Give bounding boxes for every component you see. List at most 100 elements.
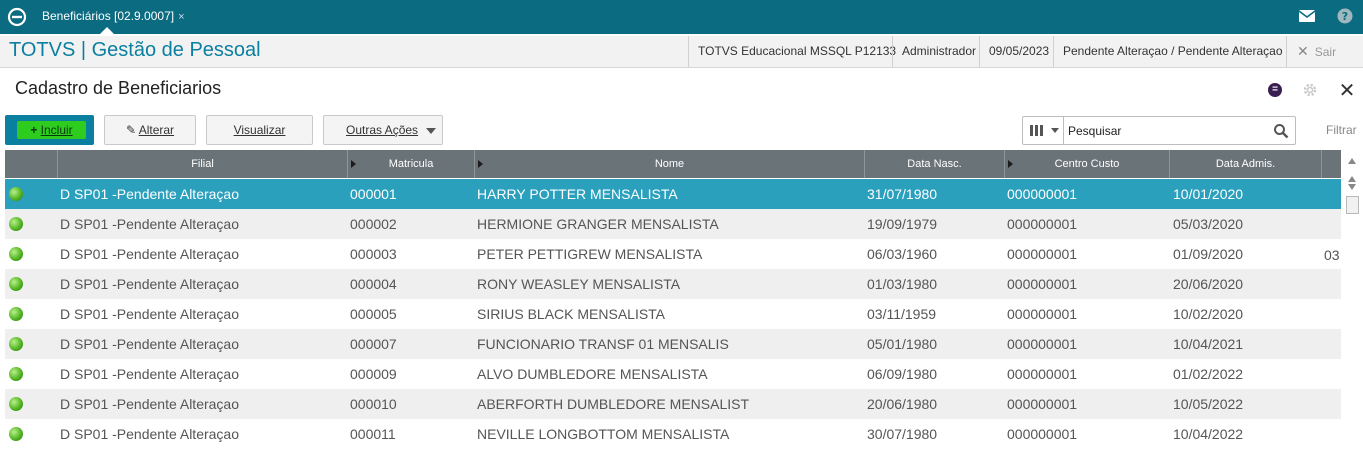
cell-filial: D SP01 -Pendente Alteraçao [60,336,240,352]
tab-close-icon[interactable]: × [178,11,184,23]
header-centro-custo[interactable]: Centro Custo [1004,150,1169,178]
tab-active-indicator [100,27,114,34]
cell-centro-custo: 000000001 [1007,246,1078,262]
exit-label: Sair [1314,45,1337,59]
filter-link[interactable]: Filtrar [1326,123,1357,137]
table-row[interactable]: D SP01 -Pendente Alteraçao 000007 FUNCIO… [5,329,1341,359]
cell-data-nasc: 19/09/1979 [867,216,938,232]
cell-data-nasc: 31/07/1980 [867,186,938,202]
product-bar: TOTVS | Gestão de Pessoal TOTVS Educacio… [0,36,1363,68]
cell-centro-custo: 000000001 [1007,306,1078,322]
cell-data-admis: 10/02/2020 [1173,306,1244,322]
header-matricula[interactable]: Matricula [347,150,474,178]
alterar-button[interactable]: ✎ Alterar [104,115,196,145]
cell-matricula: 000005 [350,306,397,322]
header-matricula-label: Matricula [388,158,434,170]
search-icon[interactable] [1273,123,1289,139]
cell-centro-custo: 000000001 [1007,276,1078,292]
cell-data-nasc: 05/01/1980 [867,336,938,352]
mail-icon[interactable] [1299,10,1315,22]
tab-label: Beneficiários [02.9.0007] [42,9,175,23]
table-row[interactable]: D SP01 -Pendente Alteraçao 000001 HARRY … [5,179,1341,209]
table-row[interactable]: D SP01 -Pendente Alteraçao 000010 ABERFO… [5,389,1341,419]
header-filial-label: Filial [191,158,214,170]
incluir-button[interactable]: + Incluir [5,115,94,145]
status-green-icon [9,337,23,351]
columns-selector[interactable] [1023,117,1064,144]
pencil-icon: ✎ [125,123,137,137]
table-row[interactable]: D SP01 -Pendente Alteraçao 000003 PETER … [5,239,1341,269]
cell-centro-custo: 000000001 [1007,426,1078,442]
cell-filial: D SP01 -Pendente Alteraçao [60,366,240,382]
table-row[interactable]: D SP01 -Pendente Alteraçao 000009 ALVO D… [5,359,1341,389]
filial-info[interactable]: Pendente Alteraçao / Pendente Alteraçao [1053,36,1292,67]
outras-acoes-label: Outras Ações [346,123,419,137]
header-nome[interactable]: Nome [474,150,864,178]
search-box [1022,116,1296,145]
date-info[interactable]: 09/05/2023 [979,36,1058,67]
outras-acoes-button[interactable]: Outras Ações [323,115,443,145]
close-page-icon[interactable]: ✕ [1338,78,1356,103]
status-green-icon [9,307,23,321]
header-data-admis-label: Data Admis. [1215,158,1276,170]
header-data-nasc[interactable]: Data Nasc. [864,150,1004,178]
scroll-thumb[interactable] [1346,196,1359,214]
menu-circle-icon[interactable]: = [1268,83,1282,97]
header-data-admis[interactable]: Data Admis. [1169,150,1321,178]
status-green-icon [9,277,23,291]
incluir-label: Incluir [40,123,73,137]
exit-button[interactable]: ✕ Sair [1286,36,1363,67]
status-green-icon [9,397,23,411]
close-icon: ✕ [1297,43,1309,59]
header-data-nasc-label: Data Nasc. [907,158,962,170]
plus-icon: + [30,123,41,137]
scroll-down-icon[interactable] [1348,184,1356,190]
cell-filial: D SP01 -Pendente Alteraçao [60,246,240,262]
search-input[interactable] [1068,121,1268,141]
user-info[interactable]: Administrador [892,36,985,67]
columns-icon [1030,125,1059,136]
table-row[interactable]: D SP01 -Pendente Alteraçao 000011 NEVILL… [5,419,1341,449]
cell-data-admis: 10/04/2022 [1173,426,1244,442]
cell-nome: HERMIONE GRANGER MENSALISTA [477,216,719,232]
status-green-icon [9,247,23,261]
scroll-up-icon[interactable] [1348,176,1356,182]
table-row[interactable]: D SP01 -Pendente Alteraçao 000005 SIRIUS… [5,299,1341,329]
cell-nome: HARRY POTTER MENSALISTA [477,186,678,202]
header-filial[interactable]: Filial [57,150,347,178]
header-extra [1321,150,1341,178]
cell-data-nasc: 30/07/1980 [867,426,938,442]
cell-nome: RONY WEASLEY MENSALISTA [477,276,681,292]
cell-matricula: 000001 [350,186,397,202]
header-status[interactable] [5,150,57,178]
visualizar-label: Visualizar [233,123,286,137]
cell-filial: D SP01 -Pendente Alteraçao [60,276,240,292]
table-row[interactable]: D SP01 -Pendente Alteraçao 000002 HERMIO… [5,209,1341,239]
page-title: Cadastro de Beneficiarios [15,78,222,98]
sort-arrow-icon [478,160,483,168]
environment-info[interactable]: TOTVS Educacional MSSQL P12133 [688,36,905,67]
cell-nome: NEVILLE LONGBOTTOM MENSALISTA [477,426,730,442]
cell-data-nasc: 06/03/1960 [867,246,938,262]
cell-matricula: 000010 [350,396,397,412]
cell-data-admis: 05/03/2020 [1173,216,1244,232]
overflow-cell-text: 03 [1324,247,1340,263]
cell-data-nasc: 20/06/1980 [867,396,938,412]
gear-icon[interactable] [1302,82,1318,98]
cell-matricula: 000011 [350,426,396,442]
table-row[interactable]: D SP01 -Pendente Alteraçao 000004 RONY W… [5,269,1341,299]
cell-nome: ALVO DUMBLEDORE MENSALISTA [477,366,708,382]
cell-data-nasc: 01/03/1980 [867,276,938,292]
cell-matricula: 000009 [350,366,397,382]
svg-text:?: ? [1342,10,1348,23]
visualizar-button[interactable]: Visualizar [206,115,313,145]
cell-filial: D SP01 -Pendente Alteraçao [60,216,240,232]
help-icon[interactable]: ? [1337,8,1353,24]
cell-nome: FUNCIONARIO TRANSF 01 MENSALIS [477,336,729,352]
totvs-logo-icon[interactable] [7,7,27,27]
cell-matricula: 000007 [350,336,397,352]
scroll-top-icon[interactable] [1348,158,1356,164]
cell-data-admis: 10/04/2021 [1173,336,1244,352]
incluir-button-body[interactable]: + Incluir [17,121,86,139]
cell-data-admis: 10/05/2022 [1173,396,1244,412]
